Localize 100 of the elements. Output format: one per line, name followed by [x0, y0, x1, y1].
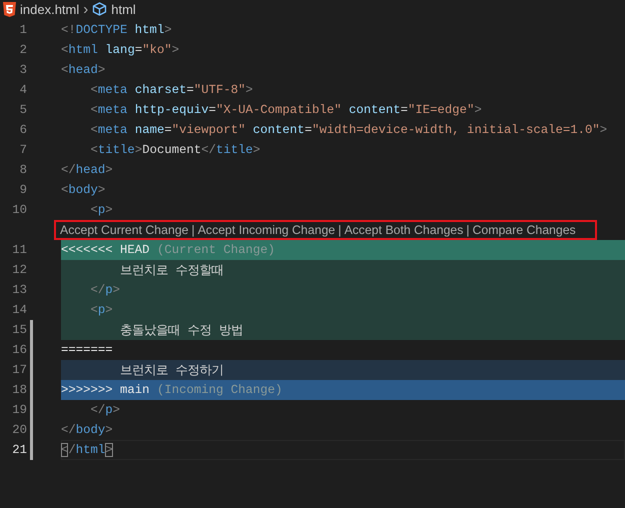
code-token: = [400, 103, 408, 117]
line-number: 14 [11, 303, 27, 317]
line-number: 12 [11, 263, 27, 277]
code-token: 브런치로 수정할때 [119, 262, 224, 278]
symbol-breadcrumb[interactable]: html [111, 2, 136, 16]
code-token: </ [90, 283, 106, 297]
code-token: DOCTYPE [76, 23, 128, 37]
code-token: < [90, 83, 98, 97]
code-token: > [164, 23, 172, 37]
line-number: 1 [18, 23, 27, 37]
code-token: > [98, 183, 106, 197]
breadcrumb-separator: › [83, 0, 88, 18]
code-token: head [76, 163, 106, 177]
conflict-marker: >>>>>>> main [61, 383, 150, 397]
line-number: 20 [11, 423, 27, 437]
code-token: Document [142, 143, 202, 157]
code-token: </ [61, 163, 76, 177]
code-token: html [134, 23, 164, 37]
code-token: < [61, 43, 68, 57]
code-token: p [105, 403, 113, 417]
code-token: (Current Change) [156, 243, 276, 257]
line-number: 6 [18, 123, 27, 137]
code-token: meta [98, 83, 128, 97]
code-token: p [98, 203, 106, 217]
file-breadcrumb[interactable]: index.html [20, 2, 80, 16]
separator: | [338, 223, 342, 237]
line-number: 16 [11, 343, 27, 357]
code-token: </ [90, 403, 106, 417]
code-token: < [90, 143, 98, 157]
code-token: title [216, 143, 253, 157]
line-number: 2 [18, 43, 27, 57]
code-token: http-equiv [134, 103, 209, 117]
code-token: "ko" [142, 43, 172, 57]
code-token: lang [104, 43, 135, 57]
line-number: 8 [18, 163, 27, 177]
html5-file-icon [3, 2, 16, 16]
code-token: body [76, 423, 106, 437]
code-token: p [98, 303, 106, 317]
line-number: 11 [11, 243, 27, 257]
code-token: < [90, 103, 98, 117]
code-token: 브런치로 수정하기 [119, 362, 224, 378]
conflict-marker: ======= [61, 343, 113, 357]
code-token: < [61, 183, 68, 197]
code-token: "IE=edge" [408, 103, 474, 117]
code-token: < [61, 63, 68, 77]
codelens-link[interactable]: Accept Current Change [60, 223, 189, 237]
cube-icon [92, 2, 108, 16]
line-number: 9 [18, 183, 27, 197]
line-number: 13 [11, 283, 27, 297]
separator: | [466, 223, 470, 237]
code-token: p [105, 283, 113, 297]
code-token: body [68, 183, 98, 197]
code-token: > [105, 303, 113, 317]
code-token: = [186, 83, 194, 97]
code-token: </ [61, 423, 76, 437]
code-token: "X-UA-Compatible" [216, 103, 342, 117]
code-token: = [164, 123, 172, 137]
code-token: charset [134, 83, 186, 97]
code-token: "viewport" [172, 123, 246, 137]
line-number: 21 [11, 443, 27, 457]
codelens-link[interactable]: Accept Both Changes [344, 223, 464, 237]
code-token: <! [61, 23, 76, 37]
code-token: > [172, 43, 180, 57]
line-number: 5 [18, 103, 27, 117]
code-token: = [208, 103, 216, 117]
code-token: (Incoming Change) [156, 383, 282, 397]
code-token: html [68, 43, 98, 57]
line-number: 18 [11, 383, 27, 397]
code-token: </ [201, 143, 216, 157]
codelens-link[interactable]: Accept Incoming Change [198, 223, 336, 237]
code-token: > [246, 83, 253, 97]
code-token: < [90, 123, 98, 137]
code-token: < [90, 303, 98, 317]
code-token: / [68, 443, 76, 457]
code-token: = [134, 43, 142, 57]
code-token: content [348, 103, 401, 117]
code-token: content [252, 123, 305, 137]
code-token: > [600, 123, 608, 137]
code-token: > [474, 103, 482, 117]
code-token: < [90, 203, 98, 217]
code-token: > [105, 443, 113, 457]
code-token: > [252, 143, 260, 157]
code-token: html [76, 443, 106, 457]
line-number: 10 [11, 203, 27, 217]
line-number: 17 [11, 363, 27, 377]
code-token: > [105, 203, 113, 217]
code-token: > [105, 163, 113, 177]
code-token: = [304, 123, 312, 137]
codelens-link[interactable]: Compare Changes [472, 223, 576, 237]
line-number: 3 [18, 63, 27, 77]
code-token: > [105, 423, 113, 437]
line-number: 7 [18, 143, 27, 157]
line-number: 15 [11, 323, 27, 337]
code-token: meta [98, 123, 128, 137]
line-number: 19 [11, 403, 27, 417]
code-token: > [98, 63, 106, 77]
code-token: > [134, 143, 142, 157]
code-token: "width=device-width, initial-scale=1.0" [312, 123, 600, 137]
separator: | [192, 223, 195, 237]
code-token: name [134, 123, 164, 137]
